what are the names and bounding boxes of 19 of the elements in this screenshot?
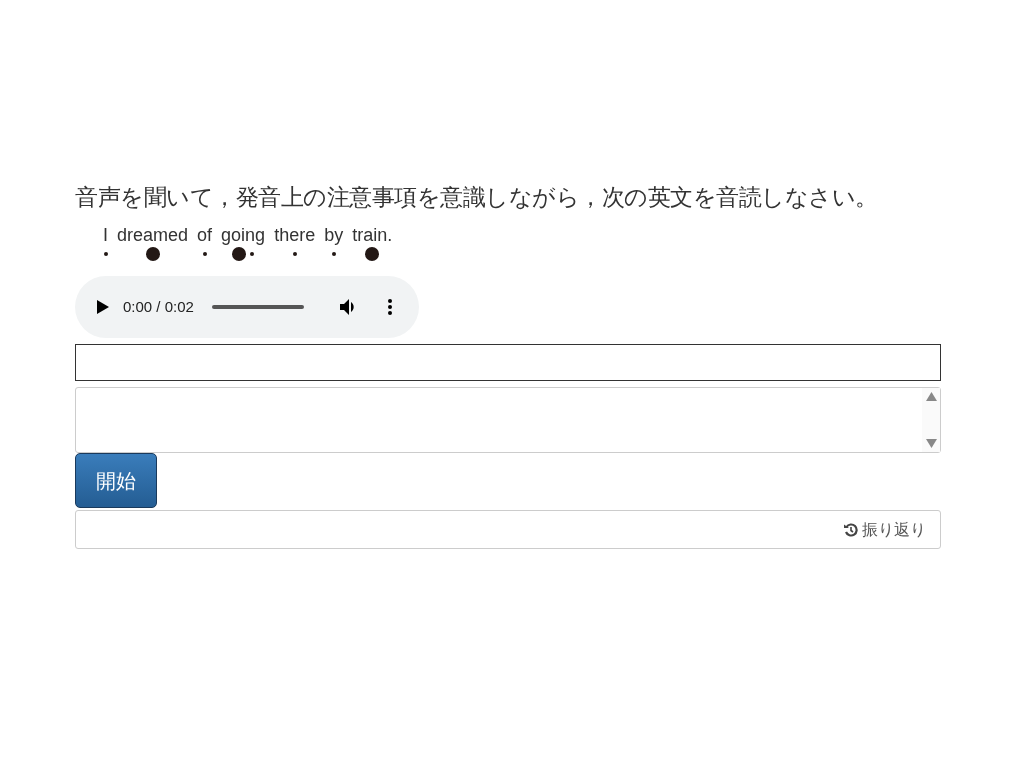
answer-field[interactable]: [75, 344, 941, 381]
scroll-up-icon[interactable]: [925, 392, 937, 401]
sentence-word: I: [103, 224, 108, 246]
sentence-word: dreamed: [117, 224, 189, 246]
sentence-word: of: [197, 224, 213, 246]
review-link[interactable]: 振り返り: [844, 517, 926, 542]
sentence-word: going: [221, 224, 266, 246]
sentence-word: train.: [352, 224, 393, 246]
start-button[interactable]: 開始: [75, 453, 157, 508]
sentence-word: there: [274, 224, 316, 246]
sentence-word: by: [324, 224, 344, 246]
play-icon[interactable]: [97, 300, 109, 314]
time-display: 0:00 / 0:02: [123, 296, 194, 317]
question-text: 音声を聞いて，発音上の注意事項を意識しながら，次の英文を音読しなさい。: [75, 183, 879, 212]
progress-track[interactable]: [211, 305, 304, 309]
more-icon[interactable]: [387, 299, 392, 315]
history-icon: [844, 522, 858, 537]
scroll-down-icon[interactable]: [925, 439, 937, 448]
audio-player[interactable]: 0:00 / 0:02: [75, 276, 419, 338]
